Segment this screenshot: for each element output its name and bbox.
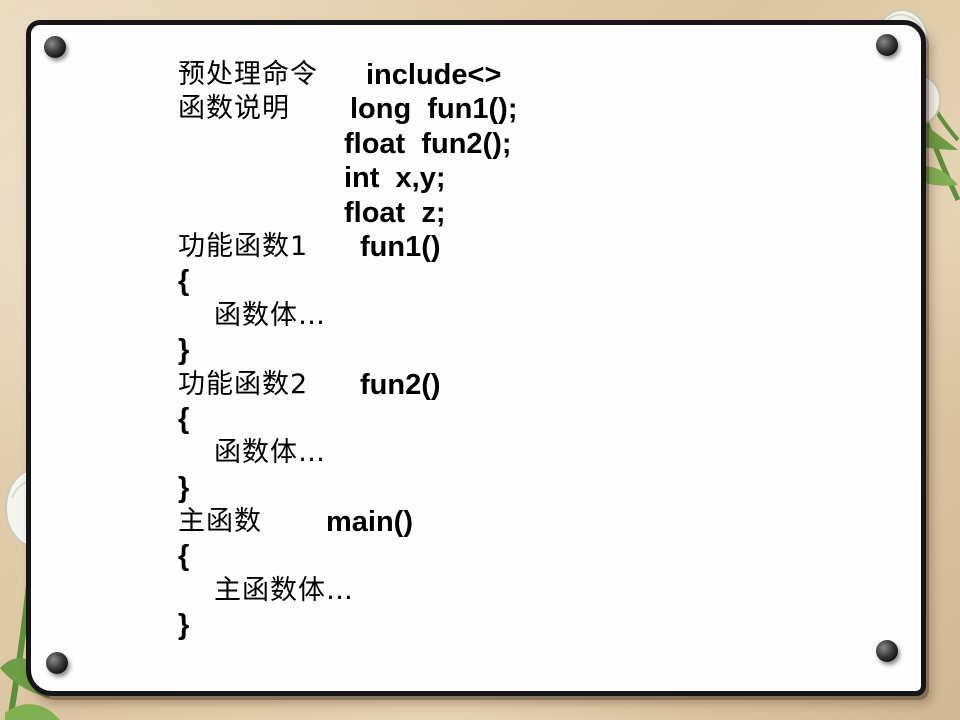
code-text: include<> [366,59,502,91]
code-line: int x,y; [178,161,446,195]
code-text: long fun1(); [350,93,518,126]
brace-close: } [178,609,190,642]
code-line: } [178,333,212,367]
code-line: 预处理命令 include<> [178,58,501,92]
pushpin-icon [876,640,898,662]
brace-close: } [178,471,190,504]
code-text: fun2() [360,368,441,401]
section-label: 主函数 [178,506,262,538]
pushpin-icon [46,652,68,674]
code-line: 主函数 main() [178,505,413,539]
code-line: 功能函数2 fun2() [178,368,441,402]
function-body: 函数体… [214,299,326,331]
code-line: float z; [178,196,446,230]
function-body: 主函数体… [214,574,354,606]
section-label: 功能函数1 [178,230,309,262]
brace-open: { [178,265,190,298]
code-line: 函数说明 long fun1(); [178,92,518,126]
code-text: int x,y; [344,162,446,195]
code-line: { [178,264,212,298]
brace-open: { [178,402,190,435]
code-line: 主函数体… [178,574,353,608]
section-label: 预处理命令 [178,59,318,90]
brace-open: { [178,540,190,573]
section-label: 功能函数2 [178,368,309,400]
code-text: fun1() [360,230,441,263]
code-text: float z; [344,196,446,229]
function-body: 函数体… [214,437,326,469]
code-line: } [178,471,212,505]
pushpin-icon [876,34,898,56]
code-line: 函数体… [178,299,325,333]
code-line: float fun2(); [178,127,512,161]
pushpin-icon [44,36,66,58]
code-line: 功能函数1 fun1() [178,230,441,264]
brace-close: } [178,334,190,367]
code-line: { [178,539,212,573]
code-text: float fun2(); [344,127,512,160]
code-text: main() [326,506,413,539]
code-line: 函数体… [178,436,325,470]
program-structure: 预处理命令 include<> 函数说明 long fun1(); float … [178,58,518,643]
section-label: 函数说明 [178,93,290,125]
code-line: { [178,402,212,436]
code-line: } [178,608,212,642]
